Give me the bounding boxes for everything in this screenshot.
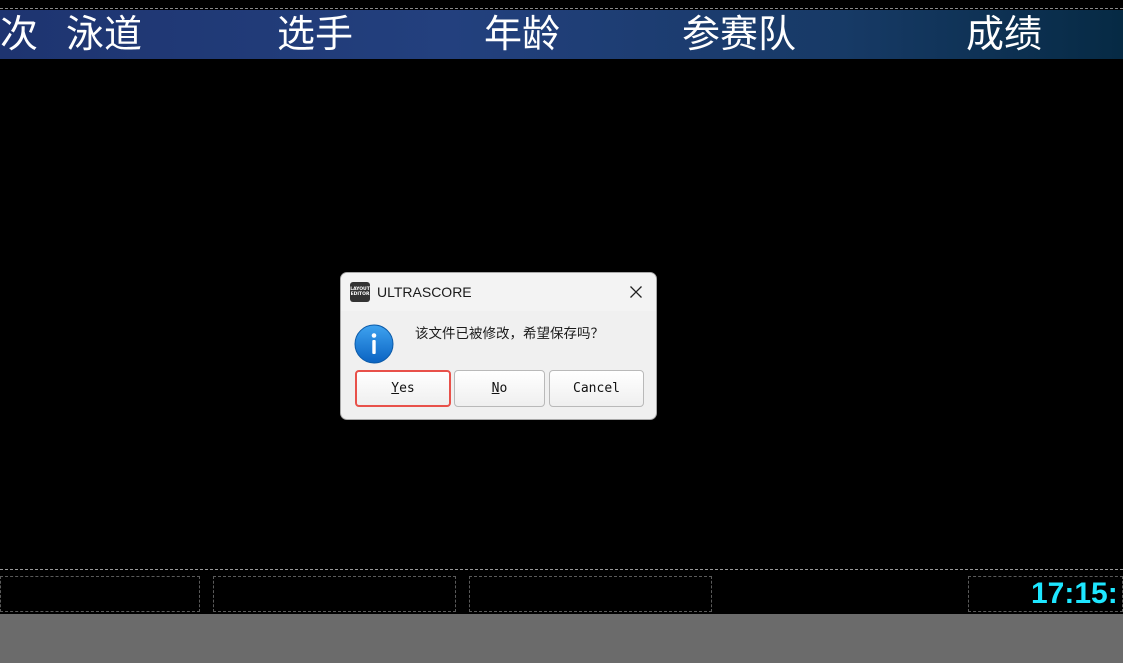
top-divider (0, 8, 1123, 9)
status-bar (0, 614, 1123, 663)
cancel-label: Cancel (573, 381, 620, 396)
header-col-lane: 泳道 (66, 12, 143, 56)
dialog-title: ULTRASCORE (377, 284, 472, 300)
dialog-close-button[interactable] (622, 278, 650, 306)
no-button[interactable]: No (454, 370, 545, 407)
yes-label-rest: es (399, 381, 415, 396)
header-col-swimmer: 选手 (277, 12, 354, 56)
header-col-result: 成绩 (966, 12, 1043, 56)
cancel-button[interactable]: Cancel (549, 370, 644, 407)
no-label-rest: o (499, 381, 508, 396)
no-mnemonic: N (491, 381, 500, 396)
bottom-field-3 (469, 576, 712, 612)
header-col-team: 参赛队 (682, 12, 797, 56)
save-changes-dialog: LAYOUT EDITOR ULTRASCORE 该文件已被修改，希望保存吗？ … (340, 272, 657, 420)
close-icon (630, 286, 642, 298)
layout-editor-app-icon: LAYOUT EDITOR (350, 282, 370, 302)
yes-button[interactable]: Yes (355, 370, 451, 407)
yes-mnemonic: Y (391, 381, 400, 396)
dialog-message: 该文件已被修改，希望保存吗？ (415, 326, 604, 342)
bottom-field-1 (0, 576, 200, 612)
bottom-divider (0, 569, 1123, 570)
info-icon (354, 324, 394, 364)
clock-display: 17:15: (1031, 577, 1118, 610)
header-col-rank: 次 (0, 12, 39, 56)
bottom-field-2 (213, 576, 456, 612)
scoreboard-header: 次 泳道 选手 年龄 参赛队 成绩 (0, 10, 1123, 59)
dialog-titlebar[interactable]: LAYOUT EDITOR ULTRASCORE (341, 273, 656, 311)
header-col-age: 年龄 (484, 12, 561, 56)
